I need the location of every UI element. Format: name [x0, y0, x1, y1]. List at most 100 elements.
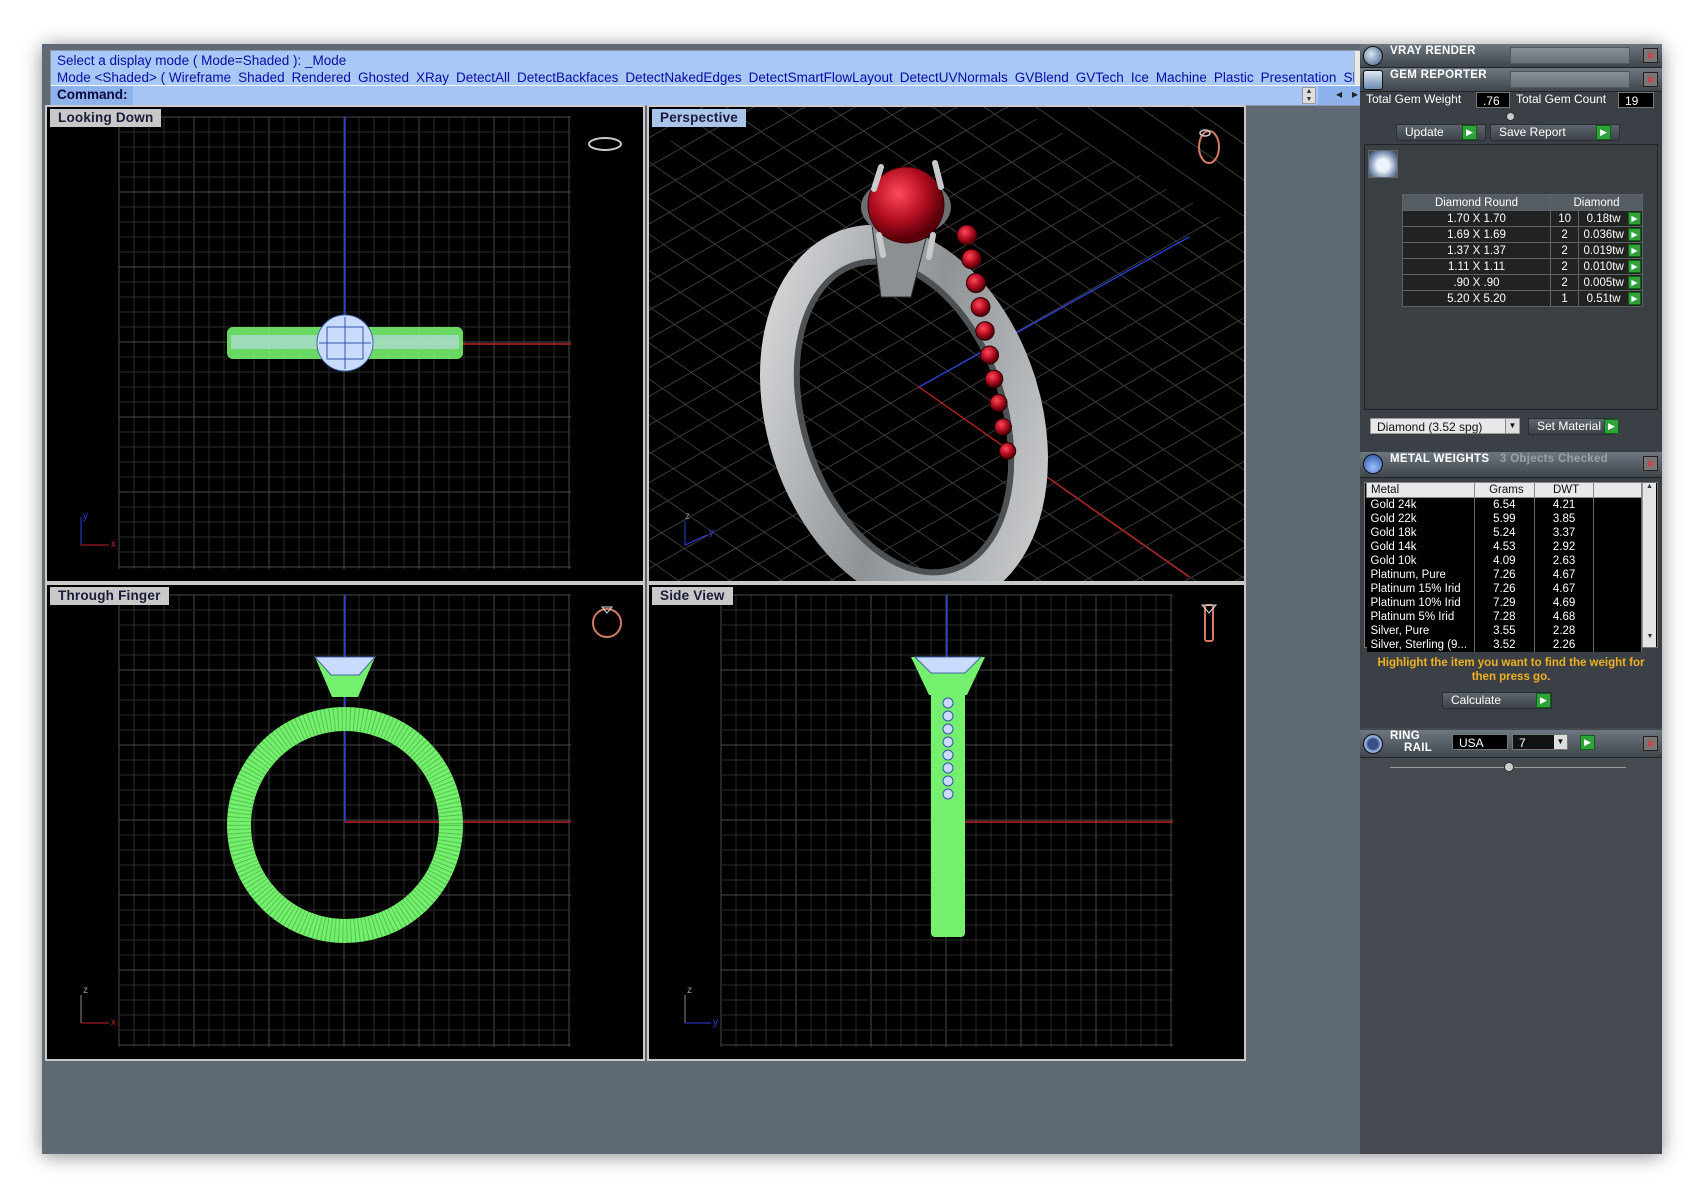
- chevron-down-icon[interactable]: ▼: [1554, 735, 1567, 749]
- gem-qty: 2: [1549, 226, 1580, 243]
- gem-row-go-icon[interactable]: ▶: [1628, 292, 1641, 305]
- update-go-icon[interactable]: ▶: [1462, 125, 1477, 140]
- command-spinner[interactable]: ▲ ▼: [1302, 87, 1316, 104]
- metal-blank: [1593, 525, 1642, 540]
- viewport-through-finger[interactable]: Through Finger z x: [45, 583, 645, 1061]
- save-report-go-icon[interactable]: ▶: [1596, 125, 1611, 140]
- metal-row[interactable]: Gold 14k 4.53 2.92: [1366, 539, 1642, 554]
- viewport-canvas[interactable]: z y: [649, 585, 1244, 1059]
- channel-ruby[interactable]: [994, 418, 1012, 436]
- gem-row[interactable]: 1.69 X 1.69 2 0.036tw ▶: [1402, 226, 1643, 243]
- mode-option[interactable]: DetectUVNormals: [900, 69, 1008, 85]
- metal-name: Gold 22k: [1366, 511, 1475, 526]
- close-icon[interactable]: ×: [1643, 48, 1658, 63]
- ring-rail-go-icon[interactable]: ▶: [1580, 735, 1595, 750]
- gem-row[interactable]: .90 X .90 2 0.005tw ▶: [1402, 274, 1643, 291]
- close-icon[interactable]: ×: [1643, 736, 1658, 751]
- mode-option[interactable]: Ghosted: [358, 69, 409, 85]
- gem-row[interactable]: 1.70 X 1.70 10 0.18tw ▶: [1402, 210, 1643, 227]
- ring-standard-field[interactable]: USA: [1452, 734, 1508, 750]
- channel-ruby[interactable]: [975, 321, 995, 341]
- channel-ruby[interactable]: [961, 248, 982, 270]
- metal-row[interactable]: Silver, Pure 3.55 2.28: [1366, 623, 1642, 638]
- gem-row[interactable]: 1.37 X 1.37 2 0.019tw ▶: [1402, 242, 1643, 259]
- ring-size-select[interactable]: 7 ▼: [1512, 734, 1568, 750]
- gem-row-go-icon[interactable]: ▶: [1628, 212, 1641, 225]
- viewport-canvas[interactable]: z x: [47, 585, 643, 1059]
- ring-rail-header[interactable]: RING RAIL USA 7 ▼ ▶ ×: [1360, 730, 1662, 758]
- total-gem-weight-label: Total Gem Weight: [1366, 92, 1462, 106]
- mode-option[interactable]: Plastic: [1214, 69, 1254, 85]
- viewport-label[interactable]: Looking Down: [50, 109, 162, 127]
- arrow-left-icon[interactable]: ◂: [1336, 87, 1352, 101]
- metal-row[interactable]: Platinum 10% Irid 7.29 4.69: [1366, 595, 1642, 610]
- metal-row[interactable]: Silver, Sterling (9... 3.52 2.26: [1366, 637, 1642, 652]
- mode-option[interactable]: Machine: [1156, 69, 1207, 85]
- gem-row-go-icon[interactable]: ▶: [1628, 228, 1641, 241]
- metal-table[interactable]: Metal Grams DWT Gold 24k 6.54 4.21 Gold 22k…: [1366, 482, 1642, 652]
- mode-option[interactable]: DetectBackfaces: [517, 69, 618, 85]
- diamond-shape-icon: [1368, 150, 1398, 178]
- gem-table[interactable]: Diamond Round Diamond 1.70 X 1.70 10 0.18t…: [1402, 194, 1643, 307]
- splitter-handle[interactable]: [1506, 112, 1515, 121]
- gem-row-go-icon[interactable]: ▶: [1628, 276, 1641, 289]
- close-icon[interactable]: ×: [1643, 456, 1658, 471]
- metal-row[interactable]: Gold 22k 5.99 3.85: [1366, 511, 1642, 526]
- viewport-label[interactable]: Through Finger: [50, 587, 169, 605]
- set-material-go-icon[interactable]: ▶: [1604, 419, 1619, 434]
- gem-row[interactable]: 5.20 X 5.20 1 0.51tw ▶: [1402, 290, 1643, 307]
- channel-ruby[interactable]: [956, 224, 978, 246]
- viewport-label[interactable]: Perspective: [652, 109, 746, 127]
- metal-list-scrollbar[interactable]: ▲ ▼: [1642, 483, 1656, 647]
- viewport-label[interactable]: Side View: [652, 587, 733, 605]
- channel-ruby[interactable]: [998, 442, 1017, 460]
- mode-option[interactable]: Presentation: [1261, 69, 1337, 85]
- channel-ruby[interactable]: [970, 297, 991, 317]
- metal-weights-header[interactable]: METAL WEIGHTS 3 Objects Checked ×: [1360, 452, 1662, 478]
- viewport-canvas[interactable]: y x: [47, 107, 643, 581]
- command-input[interactable]: [133, 86, 1318, 105]
- metal-grams: 3.55: [1474, 623, 1535, 638]
- viewport-looking-down[interactable]: Looking Down y x: [45, 105, 645, 583]
- mode-option[interactable]: Shaded: [238, 69, 285, 85]
- channel-ruby[interactable]: [989, 393, 1008, 413]
- metal-row[interactable]: Platinum 15% Irid 7.26 4.67: [1366, 581, 1642, 596]
- mode-option[interactable]: GVTech: [1076, 69, 1124, 85]
- mode-option[interactable]: Shi: [1343, 69, 1354, 85]
- mode-option[interactable]: Rendered: [292, 69, 351, 85]
- ring-rail-slider-handle[interactable]: [1504, 762, 1514, 772]
- metal-row[interactable]: Platinum, Pure 7.26 4.67: [1366, 567, 1642, 582]
- metal-row[interactable]: Platinum 5% Irid 7.28 4.68: [1366, 609, 1642, 624]
- metal-row[interactable]: Gold 24k 6.54 4.21: [1366, 497, 1642, 512]
- viewport-canvas[interactable]: z y: [649, 107, 1244, 581]
- gem-row[interactable]: 1.11 X 1.11 2 0.010tw ▶: [1402, 258, 1643, 275]
- gem-weight-value: 0.010tw: [1583, 260, 1624, 273]
- close-icon[interactable]: ×: [1643, 72, 1658, 87]
- metal-row[interactable]: Gold 18k 5.24 3.37: [1366, 525, 1642, 540]
- axis-label-z: z: [687, 985, 692, 996]
- mode-option[interactable]: DetectNakedEdges: [625, 69, 741, 85]
- scroll-down-icon[interactable]: ▼: [1643, 633, 1657, 640]
- viewport-side-view[interactable]: Side View z y: [647, 583, 1246, 1061]
- metal-name: Silver, Sterling (9...: [1366, 637, 1475, 652]
- channel-ruby[interactable]: [984, 369, 1004, 389]
- mode-option[interactable]: Ice: [1131, 69, 1149, 85]
- gem-row-go-icon[interactable]: ▶: [1628, 244, 1641, 257]
- set-material-button[interactable]: Set Material: [1528, 418, 1614, 435]
- viewport-perspective[interactable]: Perspective z y: [647, 105, 1246, 583]
- mode-option[interactable]: DetectSmartFlowLayout: [749, 69, 893, 85]
- calculate-go-icon[interactable]: ▶: [1536, 693, 1551, 708]
- chevron-down-icon[interactable]: ▼: [1505, 419, 1519, 433]
- vray-render-header[interactable]: VRAY RENDER ×: [1360, 44, 1662, 68]
- gem-reporter-header[interactable]: GEM REPORTER ×: [1360, 68, 1662, 92]
- mode-option[interactable]: DetectAll: [456, 69, 510, 85]
- material-select[interactable]: Diamond (3.52 spg) ▼: [1370, 418, 1520, 434]
- channel-ruby[interactable]: [980, 345, 999, 365]
- scroll-up-icon[interactable]: ▲: [1643, 483, 1656, 490]
- metal-row[interactable]: Gold 10k 4.09 2.63: [1366, 553, 1642, 568]
- channel-ruby[interactable]: [965, 272, 987, 294]
- mode-option[interactable]: XRay: [416, 69, 449, 85]
- metal-dwt: 4.68: [1534, 609, 1595, 624]
- mode-option[interactable]: GVBlend: [1015, 69, 1069, 85]
- gem-row-go-icon[interactable]: ▶: [1628, 260, 1641, 273]
